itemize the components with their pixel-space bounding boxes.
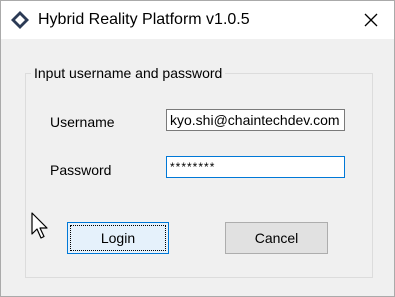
group-label: Input username and password	[31, 65, 226, 81]
username-label: Username	[50, 114, 115, 130]
title-bar[interactable]: Hybrid Reality Platform v1.0.5	[1, 1, 394, 39]
password-field[interactable]: ********	[166, 156, 345, 178]
password-label: Password	[50, 162, 112, 178]
username-field[interactable]: kyo.shi@chaintechdev.com	[166, 109, 345, 131]
close-button[interactable]	[348, 1, 394, 39]
focus-ring	[70, 225, 166, 251]
diamond-logo-icon	[11, 11, 29, 29]
cancel-button[interactable]: Cancel	[225, 222, 328, 254]
login-button[interactable]: Login	[67, 222, 169, 254]
login-dialog: Hybrid Reality Platform v1.0.5 Input use…	[0, 0, 395, 297]
mouse-pointer-icon	[31, 212, 48, 239]
cancel-button-label: Cancel	[254, 230, 299, 246]
close-icon	[364, 13, 378, 27]
window-title: Hybrid Reality Platform v1.0.5	[38, 11, 250, 28]
